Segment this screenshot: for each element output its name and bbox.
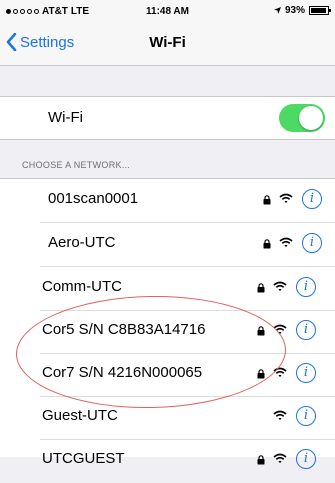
network-row[interactable]: Cor7 S/N 4216N000065 i [0, 353, 335, 397]
wifi-toggle[interactable] [279, 104, 325, 132]
battery-percent: 93% [284, 5, 305, 16]
wifi-signal-icon [273, 324, 287, 334]
lock-icon [263, 239, 271, 249]
info-icon[interactable]: i [302, 233, 322, 253]
network-name: Comm-UTC [42, 278, 122, 295]
network-name: Aero-UTC [48, 234, 116, 251]
wifi-signal-icon [273, 281, 287, 291]
battery-icon [309, 6, 331, 15]
network-row[interactable]: UTCGUEST i [0, 439, 335, 483]
network-row[interactable]: Comm-UTC i [0, 267, 335, 311]
section-header: CHOOSE A NETWORK... [22, 160, 131, 170]
wifi-signal-icon [279, 193, 293, 203]
wifi-toggle-row: Wi-Fi [0, 96, 335, 140]
network-name: UTCGUEST [42, 450, 125, 467]
wifi-signal-icon [273, 367, 287, 377]
info-icon[interactable]: i [296, 320, 316, 340]
wifi-signal-icon [279, 237, 293, 247]
network-name: 001scan0001 [48, 190, 139, 207]
battery-level [311, 8, 326, 13]
network-list: 001scan0001 i Aero-UTC i Comm-UTC i Cor5 S/N C… [0, 178, 335, 469]
network-row[interactable]: Aero-UTC i [0, 223, 335, 267]
network-row[interactable]: Guest-UTC i [0, 396, 335, 440]
status-bar: AT&T LTE 11:48 AM 93% [0, 0, 335, 22]
info-icon[interactable]: i [302, 189, 322, 209]
network-row[interactable]: Cor5 S/N C8B83A14716 i [0, 310, 335, 354]
wifi-signal-icon [273, 410, 287, 420]
info-icon[interactable]: i [296, 363, 316, 383]
page-title: Wi-Fi [149, 34, 186, 51]
info-icon[interactable]: i [296, 277, 316, 297]
network-name: Guest-UTC [42, 407, 118, 424]
navigation-bar: Settings Wi-Fi [0, 22, 335, 66]
lock-icon [263, 195, 271, 205]
location-arrow-icon [273, 7, 281, 14]
lock-icon [257, 369, 265, 379]
info-icon[interactable]: i [296, 449, 316, 469]
status-right: 93% [273, 5, 331, 16]
wifi-label: Wi-Fi [48, 109, 83, 126]
network-name: Cor7 S/N 4216N000065 [42, 364, 203, 381]
network-row[interactable]: 001scan0001 i [0, 179, 335, 223]
info-icon[interactable]: i [296, 406, 316, 426]
lock-icon [257, 326, 265, 336]
toggle-knob [299, 106, 323, 130]
lock-icon [257, 283, 265, 293]
network-name: Cor5 S/N C8B83A14716 [42, 321, 206, 338]
wifi-signal-icon [273, 453, 287, 463]
